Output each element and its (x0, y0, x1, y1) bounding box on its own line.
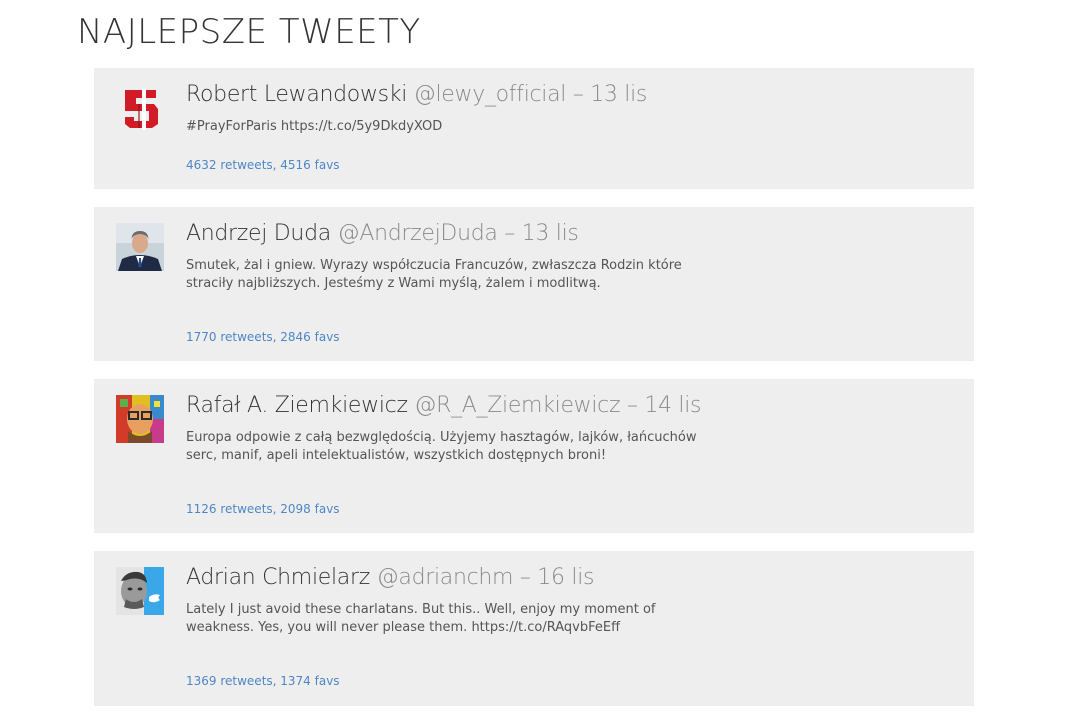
tweet-card: Rafał A. Ziemkiewicz @R_A_Ziemkiewicz – … (94, 379, 974, 533)
tweet-separator: – (504, 221, 515, 246)
tweet-card: Adrian Chmielarz @adrianchm – 16 lis Lat… (94, 551, 974, 706)
tweet-stats-link[interactable]: 1770 retweets, 2846 favs (186, 330, 340, 344)
tweet-text: Smutek, żal i gniew. Wyrazy współczucia … (186, 258, 682, 291)
tweet-stats-link[interactable]: 4632 retweets, 4516 favs (186, 158, 340, 172)
tweet-date: 13 lis (590, 82, 648, 107)
tweet-stats-link[interactable]: 1126 retweets, 2098 favs (186, 502, 340, 516)
tweet-date: 14 lis (644, 393, 702, 418)
colorful-portrait-avatar[interactable] (116, 395, 164, 443)
tweet-list: Robert Lewandowski @lewy_official – 13 l… (94, 68, 974, 724)
tweet-header: Rafał A. Ziemkiewicz @R_A_Ziemkiewicz – … (186, 391, 702, 421)
number-9-logo-avatar[interactable] (116, 84, 164, 132)
tweet-date: 13 lis (521, 221, 579, 246)
tweet-author-name[interactable]: Andrzej Duda (186, 221, 331, 246)
tweet-text: Europa odpowie z całą bezwględością. Uży… (186, 430, 697, 463)
tweet-header: Adrian Chmielarz @adrianchm – 16 lis (186, 563, 594, 593)
tweet-separator: – (572, 82, 584, 107)
tweet-separator: – (519, 565, 531, 590)
tweet-author-handle[interactable]: @AndrzejDuda (338, 221, 498, 246)
tweet-author-handle[interactable]: @adrianchm (377, 565, 514, 590)
tweet-author-name[interactable]: Robert Lewandowski (186, 82, 407, 107)
tweet-separator: – (626, 393, 638, 418)
tweet-author-name[interactable]: Adrian Chmielarz (186, 565, 370, 590)
portrait-avatar[interactable] (116, 223, 164, 271)
tweet-author-handle[interactable]: @R_A_Ziemkiewicz (414, 393, 620, 418)
tweet-card: Andrzej Duda @AndrzejDuda – 13 lis Smute… (94, 207, 974, 361)
tweet-text: Lately I just avoid these charlatans. Bu… (186, 602, 656, 635)
tweet-header: Andrzej Duda @AndrzejDuda – 13 lis (186, 219, 579, 249)
tweet-card: Robert Lewandowski @lewy_official – 13 l… (94, 68, 974, 189)
tweet-author-handle[interactable]: @lewy_official (414, 82, 567, 107)
tweet-header: Robert Lewandowski @lewy_official – 13 l… (186, 80, 647, 110)
tweet-stats-link[interactable]: 1369 retweets, 1374 favs (186, 674, 340, 688)
bw-portrait-twitter-avatar[interactable] (116, 567, 164, 615)
page-title: NAJLEPSZE TWEETY (77, 12, 421, 52)
tweet-date: 16 lis (537, 565, 595, 590)
tweet-author-name[interactable]: Rafał A. Ziemkiewicz (186, 393, 408, 418)
tweet-text: #PrayForParis https://t.co/5y9DkdyXOD (186, 119, 443, 134)
